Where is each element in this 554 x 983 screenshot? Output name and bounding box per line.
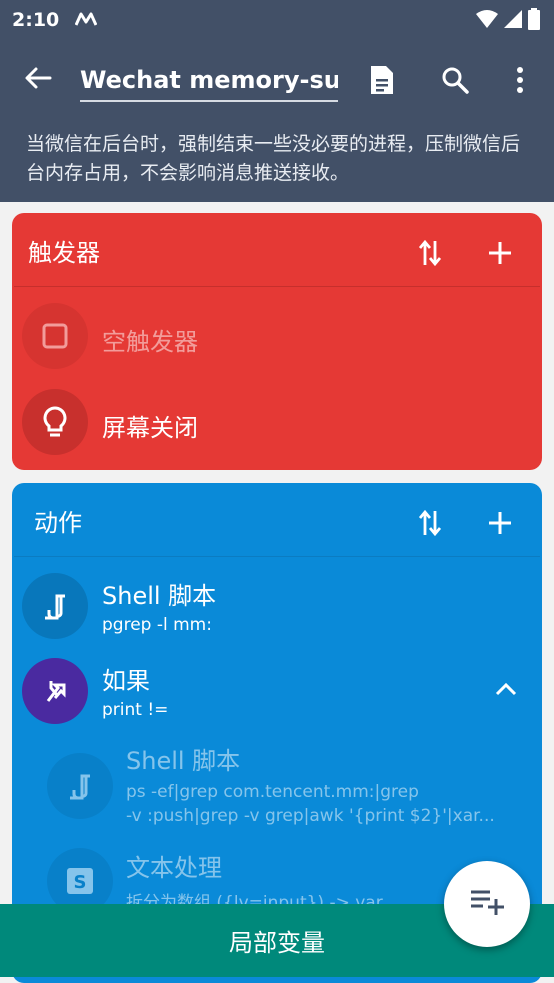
action-item[interactable]: Shell 脚本 ps -ef|grep com.tencent.mm:|gre… (12, 741, 542, 836)
macro-name-input[interactable]: Wechat memory-support (80, 62, 338, 102)
trigger-card: 触发器 空触发器 屏幕关闭 (12, 213, 542, 470)
sort-arrows-icon (418, 509, 442, 541)
action-card-header: 动作 (12, 483, 542, 556)
local-variables-label: 局部变量 (229, 929, 325, 957)
action-item[interactable]: Shell 脚本 pgrep -l mm: (12, 571, 542, 641)
wifi-icon (476, 9, 498, 33)
checkbox-icon (22, 303, 88, 369)
action-item-label: Shell 脚本 (102, 582, 217, 610)
plus-icon (488, 511, 512, 539)
action-item-detail: -v :push|grep -v grep|awk '{print $2}'|x… (126, 806, 495, 826)
status-bar: 2:10 (0, 0, 554, 40)
action-reorder-button[interactable] (410, 505, 450, 545)
collapse-button[interactable] (490, 674, 522, 706)
document-icon (369, 64, 395, 100)
trigger-reorder-button[interactable] (410, 235, 450, 275)
macro-description[interactable]: 当微信在后台时，强制结束一些没必要的进程，压制微信后台内存占用，不会影响消息推送… (26, 130, 526, 188)
trigger-card-title: 触发器 (28, 239, 100, 267)
action-item-label: 文本处理 (126, 854, 222, 882)
status-time: 2:10 (12, 9, 60, 31)
document-button[interactable] (362, 62, 402, 102)
action-item-detail: ps -ef|grep com.tencent.mm:|grep (126, 782, 419, 802)
trigger-item[interactable]: 屏幕关闭 (12, 387, 542, 457)
battery-icon (528, 8, 540, 34)
trigger-item-label: 屏幕关闭 (102, 414, 198, 442)
add-action-button[interactable] (480, 505, 520, 545)
action-item-detail: print != (102, 700, 169, 720)
add-trigger-button[interactable] (480, 235, 520, 275)
back-button[interactable] (20, 64, 56, 96)
app-bar: Wechat memory-support 当微信在后台时，强制结束一些没必要的… (0, 40, 554, 202)
sort-arrows-icon (418, 239, 442, 271)
notification-m-icon (74, 11, 98, 30)
divider (14, 556, 540, 557)
svg-text:S: S (74, 872, 87, 893)
trigger-item[interactable]: 空触发器 (12, 301, 542, 371)
shell-script-icon (47, 753, 113, 819)
lightbulb-icon (22, 389, 88, 455)
action-item-label: Shell 脚本 (126, 747, 241, 775)
action-item[interactable]: 如果 print != (12, 656, 542, 726)
signal-icon (504, 9, 522, 33)
action-item-detail: pgrep -l mm: (102, 615, 212, 635)
shell-script-icon (22, 573, 88, 639)
action-card-title: 动作 (34, 509, 82, 537)
search-icon (441, 66, 469, 98)
add-action-fab[interactable] (444, 861, 530, 947)
more-options-button[interactable] (500, 62, 540, 102)
branch-icon (22, 658, 88, 724)
divider (14, 286, 540, 287)
trigger-item-label: 空触发器 (102, 328, 198, 356)
search-button[interactable] (435, 62, 475, 102)
more-vert-icon (516, 66, 524, 98)
action-item-label: 如果 (102, 667, 150, 695)
chevron-up-icon (495, 681, 517, 700)
trigger-card-header: 触发器 (12, 213, 542, 286)
playlist-add-icon (470, 889, 504, 919)
plus-icon (488, 241, 512, 269)
back-arrow-icon (24, 66, 52, 94)
